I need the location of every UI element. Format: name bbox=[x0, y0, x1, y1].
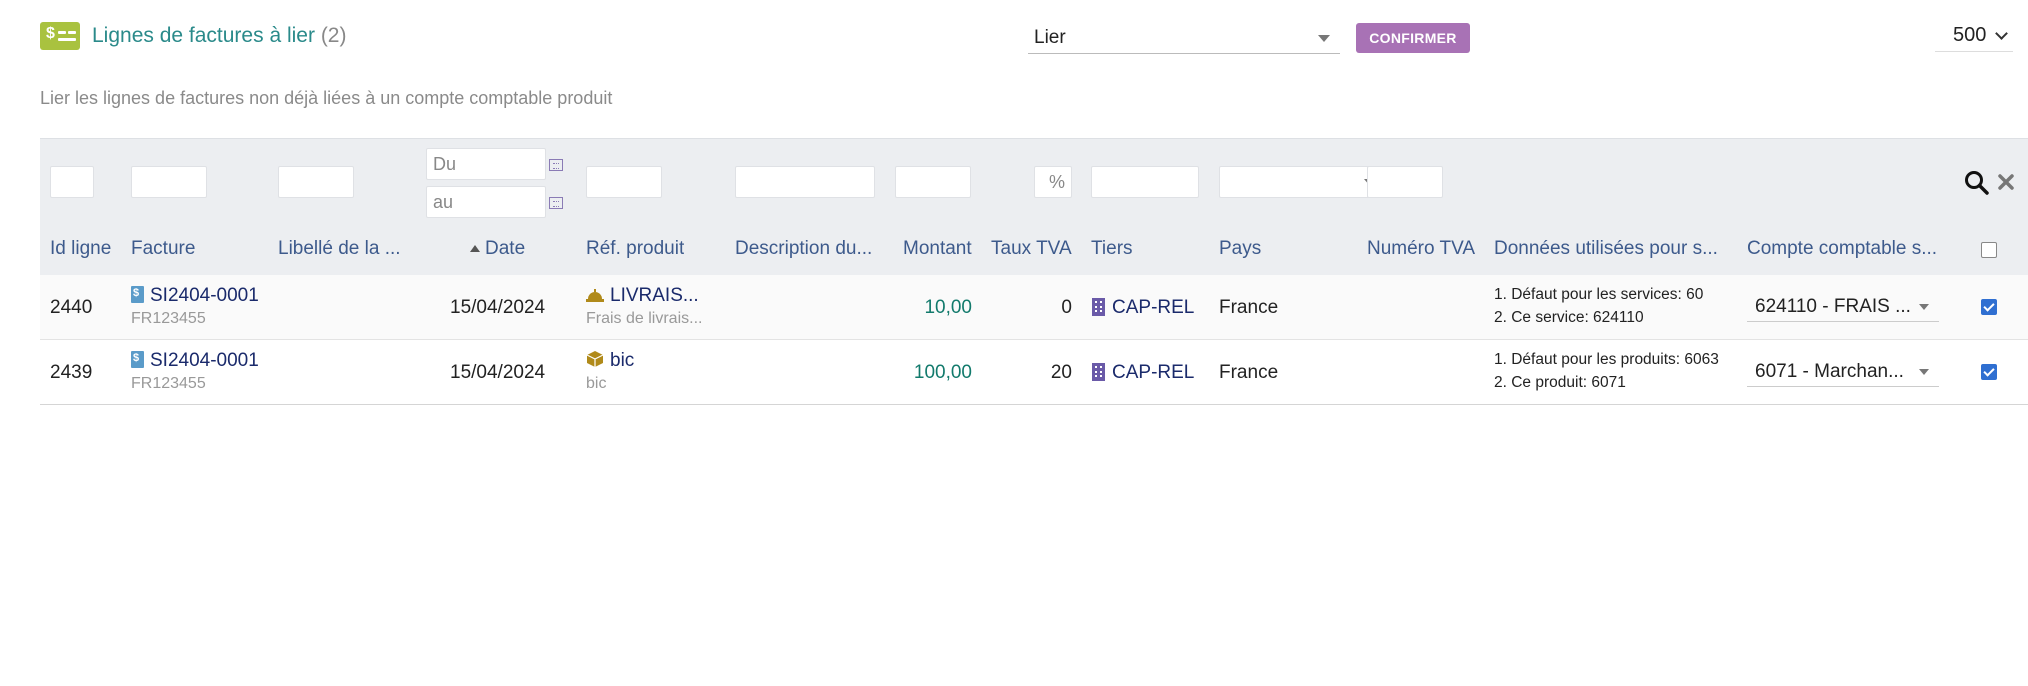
record-count: (2) bbox=[320, 24, 347, 47]
mass-action-value: Lier bbox=[1034, 27, 1066, 48]
row-id: 2439 bbox=[50, 362, 93, 383]
invoice-link[interactable]: SI2404-0001 bbox=[150, 350, 259, 372]
row-date: 15/04/2024 bbox=[450, 297, 546, 318]
chevron-down-icon bbox=[1995, 27, 2008, 40]
clear-filters-icon[interactable] bbox=[1997, 173, 2015, 191]
row-country: France bbox=[1219, 362, 1279, 383]
data-used-line: 2. Ce service: 624110 bbox=[1494, 309, 1644, 326]
filter-invoice-input[interactable] bbox=[131, 166, 207, 198]
row-amount: 10,00 bbox=[924, 297, 972, 318]
filter-product-ref-input[interactable] bbox=[586, 166, 662, 198]
select-all-checkbox[interactable] bbox=[1981, 242, 1997, 258]
invoice-link[interactable]: SI2404-0001 bbox=[150, 285, 259, 307]
sort-ascending-icon bbox=[470, 245, 480, 252]
column-header-thirdparty[interactable]: Tiers bbox=[1091, 238, 1133, 260]
page-title: Lignes de factures à lier (2) bbox=[92, 24, 346, 48]
column-header-country[interactable]: Pays bbox=[1219, 238, 1261, 260]
filter-thirdparty-input[interactable] bbox=[1091, 166, 1199, 198]
invoice-ref-client: FR123455 bbox=[131, 375, 206, 392]
filter-country-select[interactable] bbox=[1219, 166, 1385, 198]
column-header-product-ref[interactable]: Réf. produit bbox=[586, 238, 684, 260]
filter-date-from-input[interactable]: Du bbox=[426, 148, 546, 180]
page-limit-value: 500 bbox=[1953, 24, 1987, 46]
service-bell-icon bbox=[586, 289, 604, 302]
confirm-button[interactable]: CONFIRMER bbox=[1356, 23, 1470, 53]
filter-vat-number-input[interactable] bbox=[1367, 166, 1443, 198]
data-used-line: 1. Défaut pour les services: 60 bbox=[1494, 286, 1704, 303]
page-limit-select[interactable]: 500 bbox=[1935, 18, 2013, 52]
account-select[interactable]: 6071 - Marchan... bbox=[1747, 357, 1939, 387]
caret-down-icon bbox=[1919, 369, 1929, 375]
company-building-icon bbox=[1092, 363, 1105, 381]
row-date: 15/04/2024 bbox=[450, 362, 546, 383]
row-country: France bbox=[1219, 297, 1279, 318]
column-header-data-used[interactable]: Données utilisées pour s... bbox=[1494, 238, 1724, 260]
filter-id-input[interactable] bbox=[50, 166, 94, 198]
product-label: bic bbox=[586, 375, 607, 392]
thirdparty-link[interactable]: CAP-REL bbox=[1112, 362, 1194, 384]
product-box-icon bbox=[586, 351, 604, 367]
company-building-icon bbox=[1092, 298, 1105, 316]
column-header-account[interactable]: Compte comptable s... bbox=[1747, 238, 1942, 260]
row-select-checkbox[interactable] bbox=[1981, 364, 1997, 380]
row-amount: 100,00 bbox=[913, 362, 972, 383]
filter-description-input[interactable] bbox=[735, 166, 875, 198]
filter-label-input[interactable] bbox=[278, 166, 354, 198]
column-header-date[interactable]: Date bbox=[485, 238, 525, 260]
row-vat-rate: 0 bbox=[1061, 297, 1072, 318]
account-select-value: 6071 - Marchan... bbox=[1755, 361, 1904, 382]
calendar-icon[interactable] bbox=[549, 197, 563, 209]
data-used-line: 2. Ce produit: 6071 bbox=[1494, 374, 1626, 391]
column-header-vat-rate[interactable]: Taux TVA bbox=[991, 238, 1072, 260]
page-title-text: Lignes de factures à lier bbox=[92, 24, 315, 47]
filter-date-to-input[interactable]: au bbox=[426, 186, 546, 218]
column-header-label[interactable]: Libellé de la ... bbox=[278, 238, 408, 260]
calendar-icon[interactable] bbox=[549, 159, 563, 171]
invoice-icon bbox=[131, 351, 144, 368]
row-vat-rate: 20 bbox=[1050, 362, 1072, 383]
column-header-amount[interactable]: Montant bbox=[903, 238, 972, 260]
mass-action-select[interactable]: Lier bbox=[1028, 22, 1340, 54]
invoice-lines-icon: $ bbox=[40, 22, 80, 50]
invoice-ref-client: FR123455 bbox=[131, 310, 206, 327]
caret-down-icon bbox=[1919, 304, 1929, 310]
column-header-vat-number[interactable]: Numéro TVA bbox=[1367, 238, 1475, 260]
filter-amount-input[interactable] bbox=[895, 166, 971, 198]
filter-vat-rate-input[interactable]: % bbox=[1034, 166, 1072, 198]
thirdparty-link[interactable]: CAP-REL bbox=[1112, 297, 1194, 319]
account-select-value: 624110 - FRAIS ... bbox=[1755, 296, 1911, 317]
page-subtitle: Lier les lignes de factures non déjà lié… bbox=[40, 88, 613, 108]
column-header-invoice[interactable]: Facture bbox=[131, 238, 195, 260]
data-used-line: 1. Défaut pour les produits: 6063 bbox=[1494, 351, 1719, 368]
row-id: 2440 bbox=[50, 297, 93, 318]
invoice-icon bbox=[131, 286, 144, 303]
search-icon[interactable] bbox=[1964, 170, 1990, 196]
row-select-checkbox[interactable] bbox=[1981, 299, 1997, 315]
column-header-id[interactable]: Id ligne bbox=[50, 238, 111, 260]
account-select[interactable]: 624110 - FRAIS ... bbox=[1747, 292, 1939, 322]
product-label: Frais de livrais... bbox=[586, 310, 703, 327]
product-link[interactable]: bic bbox=[610, 350, 634, 372]
caret-down-icon bbox=[1318, 35, 1330, 42]
product-link[interactable]: LIVRAIS... bbox=[610, 285, 710, 307]
column-header-description[interactable]: Description du... bbox=[735, 238, 880, 260]
